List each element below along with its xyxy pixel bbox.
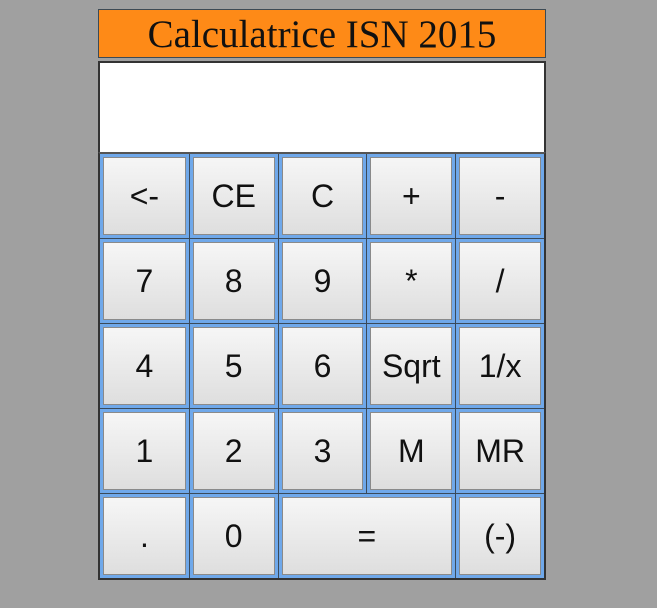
keypad-cell: C xyxy=(277,154,367,238)
keypad-cell: 8 xyxy=(188,238,278,323)
backspace-button[interactable]: <- xyxy=(103,157,186,235)
keypad-cell: 1 xyxy=(100,408,189,493)
keypad-cell: <- xyxy=(100,154,189,238)
digit-8-button[interactable]: 8 xyxy=(192,242,275,320)
keypad-cell: 9 xyxy=(277,238,367,323)
digit-3-button[interactable]: 3 xyxy=(281,412,364,490)
digit-4-button[interactable]: 4 xyxy=(103,327,186,405)
keypad-cell: * xyxy=(366,238,456,323)
memory-store-button[interactable]: M xyxy=(370,412,453,490)
keypad-cell: 2 xyxy=(188,408,278,493)
keypad-cell: / xyxy=(455,238,544,323)
keypad-cell: CE xyxy=(188,154,278,238)
negate-button[interactable]: (-) xyxy=(459,497,541,575)
keypad-cell: MR xyxy=(455,408,544,493)
keypad-row: . 0 = (-) xyxy=(100,493,544,578)
divide-button[interactable]: / xyxy=(459,242,541,320)
memory-recall-button[interactable]: MR xyxy=(459,412,541,490)
sqrt-button[interactable]: Sqrt xyxy=(370,327,453,405)
keypad: <- CE C + -7 8 9 */4 5 6 Sqrt 1/x 1 2 3 M MR. 0 = (-) xyxy=(98,152,546,580)
calculator: Calculatrice ISN 2015 <- CE C + -7 8 9 */4 5 6 Sqr… xyxy=(98,9,546,580)
keypad-cell: 5 xyxy=(188,323,278,408)
digit-1-button[interactable]: 1 xyxy=(103,412,186,490)
keypad-cell: (-) xyxy=(455,493,544,578)
keypad-cell: 6 xyxy=(277,323,367,408)
keypad-cell: 3 xyxy=(277,408,367,493)
minus-button[interactable]: - xyxy=(459,157,541,235)
digit-0-button[interactable]: 0 xyxy=(192,497,275,575)
display-field[interactable] xyxy=(98,61,546,152)
digit-2-button[interactable]: 2 xyxy=(192,412,275,490)
multiply-button[interactable]: * xyxy=(370,242,453,320)
keypad-cell: M xyxy=(366,408,456,493)
digit-5-button[interactable]: 5 xyxy=(192,327,275,405)
keypad-row: <- CE C + - xyxy=(100,154,544,238)
keypad-cell: + xyxy=(366,154,456,238)
keypad-row: 4 5 6 Sqrt 1/x xyxy=(100,323,544,408)
digit-9-button[interactable]: 9 xyxy=(281,242,364,320)
keypad-cell: - xyxy=(455,154,544,238)
equals-button[interactable]: = xyxy=(281,497,453,575)
decimal-point-button[interactable]: . xyxy=(103,497,186,575)
keypad-row: 7 8 9 * / xyxy=(100,238,544,323)
keypad-cell: 0 xyxy=(188,493,278,578)
reciprocal-button[interactable]: 1/x xyxy=(459,327,541,405)
keypad-row: 1 2 3 M MR xyxy=(100,408,544,493)
keypad-cell: 7 xyxy=(100,238,189,323)
plus-button[interactable]: + xyxy=(370,157,453,235)
digit-6-button[interactable]: 6 xyxy=(281,327,364,405)
digit-7-button[interactable]: 7 xyxy=(103,242,186,320)
clear-entry-button[interactable]: CE xyxy=(192,157,275,235)
clear-button[interactable]: C xyxy=(281,157,364,235)
keypad-cell: . xyxy=(100,493,189,578)
keypad-cell: 4 xyxy=(100,323,189,408)
keypad-cell: = xyxy=(277,493,456,578)
keypad-cell: Sqrt xyxy=(366,323,456,408)
calculator-title: Calculatrice ISN 2015 xyxy=(98,9,546,58)
keypad-cell: 1/x xyxy=(455,323,544,408)
